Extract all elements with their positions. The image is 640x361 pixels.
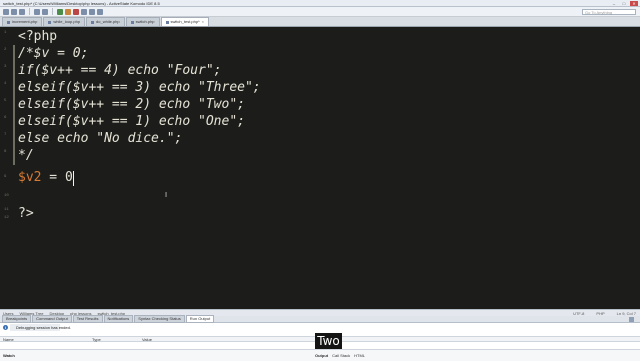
tab-switch[interactable]: switch.php (125, 17, 160, 26)
code-line: elseif($v++ == 3) echo "Three"; (18, 80, 261, 95)
tab-call-stack[interactable]: Call Stack (332, 353, 350, 358)
text-cursor (73, 171, 74, 186)
main-toolbar: Go To Anything (0, 7, 640, 17)
line-number: 10 (4, 194, 9, 198)
maximize-button[interactable]: □ (620, 1, 628, 6)
code-line: /*$v = 0; (18, 46, 89, 61)
line-number: 11 (4, 208, 9, 212)
new-file-icon[interactable] (3, 8, 9, 15)
line-number: 7 (4, 133, 7, 137)
line-number: 4 (4, 82, 7, 86)
tab-notifications[interactable]: Notifications (103, 315, 134, 323)
code-variable: $v2 (18, 170, 42, 185)
step-over-icon[interactable] (89, 8, 95, 15)
tab-increment[interactable]: increment.php (2, 17, 43, 26)
debug-message: Debugging session has ended. (16, 325, 71, 330)
title-bar: switch_test.php* (C:\Users\Williams\Desk… (0, 0, 640, 7)
fold-marker[interactable] (13, 45, 15, 165)
run-icon[interactable] (57, 8, 63, 15)
tab-do-while[interactable]: do_while.php (86, 17, 125, 26)
window-controls: – □ ✕ (610, 0, 638, 7)
close-tab-icon[interactable]: × (202, 18, 204, 26)
save-icon[interactable] (19, 8, 25, 15)
tab-html[interactable]: HTML (354, 353, 365, 358)
stop-icon[interactable] (73, 8, 79, 15)
php-file-icon (130, 20, 134, 24)
column-name[interactable]: Name (3, 337, 14, 342)
redo-icon[interactable] (42, 8, 48, 15)
code-line: if($v++ == 4) echo "Four"; (18, 63, 222, 78)
php-file-icon (165, 20, 169, 24)
tab-label: while_loop.php (53, 19, 81, 24)
output-subtabs: Output Call Stack HTML (315, 353, 365, 358)
step-out-icon[interactable] (97, 8, 103, 15)
toolbar-separator (29, 8, 30, 15)
tab-label: switch.php (135, 19, 155, 24)
line-number: 6 (4, 116, 7, 120)
program-output: Two (315, 333, 342, 349)
undo-icon[interactable] (34, 8, 40, 15)
line-number: 12 (4, 216, 9, 220)
open-file-icon[interactable] (11, 8, 17, 15)
editor-tabs: increment.php while_loop.php do_while.ph… (0, 17, 640, 27)
notification-row: i Debugging session has ended. (0, 323, 640, 332)
code-editor[interactable]: 1 2 3 4 5 6 7 8 9 10 11 12 <?php /*$v = … (0, 27, 640, 309)
line-number: 3 (4, 65, 7, 69)
close-button[interactable]: ✕ (630, 1, 638, 6)
column-value[interactable]: Value (142, 337, 152, 342)
watch-bar: Watch Output Call Stack HTML (0, 349, 640, 361)
code-text: = 0 (41, 170, 73, 185)
code-line: elseif($v++ == 2) echo "Two"; (18, 97, 245, 112)
i-beam-cursor-icon: I (165, 191, 168, 199)
pane-close-icon[interactable] (629, 317, 634, 322)
minimize-button[interactable]: – (610, 1, 618, 6)
window-title: switch_test.php* (C:\Users\Williams\Desk… (3, 0, 160, 6)
info-icon: i (3, 325, 8, 330)
pause-icon[interactable] (65, 8, 71, 15)
tab-run-output[interactable]: Run Output (185, 315, 215, 323)
bottom-pane-tabs: Breakpoints Command Output Test Results … (0, 315, 640, 323)
php-file-icon (91, 20, 95, 24)
line-number: 1 (4, 31, 7, 35)
line-number: 2 (4, 48, 7, 52)
line-number-gutter: 1 2 3 4 5 6 7 8 9 10 11 12 (0, 27, 16, 309)
code-line: ?> (18, 206, 34, 221)
go-to-anything-input[interactable]: Go To Anything (582, 8, 636, 15)
tab-output[interactable]: Output (315, 353, 328, 358)
tab-label: increment.php (12, 19, 38, 24)
tab-command-output[interactable]: Command Output (32, 315, 72, 323)
code-line: <?php (18, 29, 58, 44)
line-number: 9 (4, 175, 7, 179)
code-line: */ (18, 148, 34, 163)
line-number: 5 (4, 99, 7, 103)
tab-syntax-checking[interactable]: Syntax Checking Status (134, 315, 185, 323)
watch-tab[interactable]: Watch (3, 353, 15, 358)
code-line: elseif($v++ == 1) echo "One"; (18, 114, 245, 129)
php-file-icon (7, 20, 10, 24)
tab-test-results[interactable]: Test Results (72, 315, 103, 323)
tab-label: do_while.php (96, 19, 120, 24)
column-type[interactable]: Type (92, 337, 101, 342)
tab-breakpoints[interactable]: Breakpoints (2, 315, 32, 323)
code-line: $v2 = 0 (18, 169, 73, 186)
step-in-icon[interactable] (81, 8, 87, 15)
toolbar-separator (52, 8, 53, 15)
tab-label: switch_test.php* (170, 19, 200, 24)
code-line: else echo "No dice."; (18, 131, 183, 146)
tab-while-loop[interactable]: while_loop.php (43, 17, 86, 26)
line-number: 8 (4, 150, 7, 154)
php-file-icon (48, 20, 52, 24)
tab-switch-test[interactable]: switch_test.php* × (160, 17, 210, 26)
